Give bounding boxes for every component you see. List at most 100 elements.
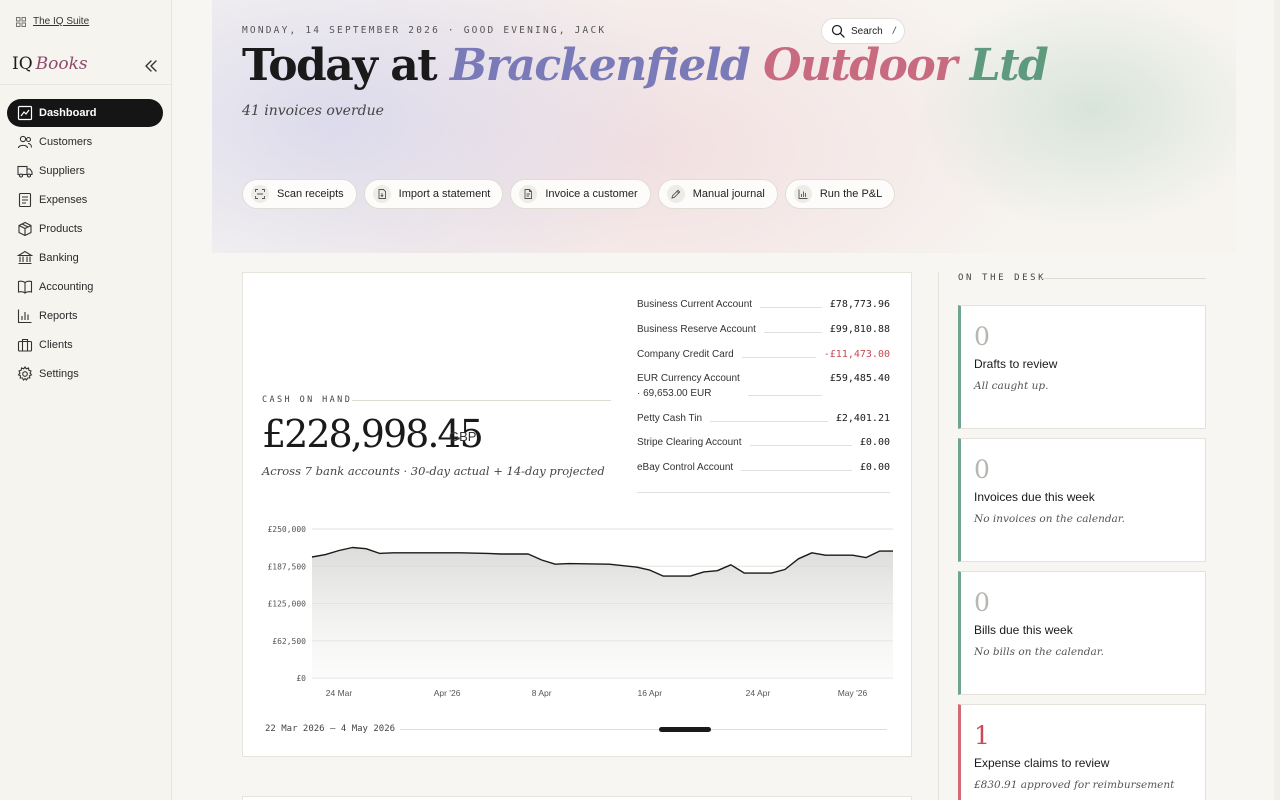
tile-title: Expense claims to review — [974, 756, 1110, 770]
cash-subtitle: Across 7 bank accounts · 30-day actual +… — [262, 464, 605, 478]
brand-books: Books — [35, 54, 88, 74]
sidebar-item-label: Accounting — [39, 281, 94, 293]
tile-count: 0 — [974, 322, 990, 351]
manual-journal-button[interactable]: Manual journal — [657, 179, 778, 209]
quick-actions: Scan receipts Import a statement Invoice… — [242, 179, 896, 209]
file-import-icon — [378, 189, 386, 199]
account-name-main: EUR Currency Account — [637, 373, 740, 384]
sidebar-item-dashboard[interactable]: Dashboard — [7, 99, 163, 127]
account-foreign-balance: · 69,653.00 EUR — [637, 388, 712, 399]
company-name: Brackenfield Outdoor Ltd — [450, 40, 1049, 91]
search-icon — [831, 24, 845, 38]
collapse-sidebar-icon[interactable] — [143, 58, 159, 74]
scan-icon — [255, 189, 265, 199]
search-shortcut: / — [891, 26, 898, 36]
pencil-icon — [671, 189, 681, 199]
y-tick-label: £250,000 — [267, 525, 306, 534]
desk-tile-drafts[interactable]: 0 Drafts to review All caught up. — [958, 305, 1206, 429]
account-balance: £99,810.88 — [829, 324, 890, 335]
x-tick-label: 8 Apr — [532, 688, 552, 698]
account-name: EUR Currency Account · 69,653.00 EUR — [637, 373, 740, 399]
invoice-customer-button[interactable]: Invoice a customer — [510, 179, 651, 209]
page-scrollbar[interactable] — [1274, 0, 1280, 800]
y-tick-label: £62,500 — [272, 637, 306, 646]
sidebar-item-label: Reports — [39, 310, 78, 322]
account-balance: £78,773.96 — [829, 299, 890, 310]
sidebar-item-settings[interactable]: Settings — [7, 360, 163, 388]
brand-logo: IQ Books — [12, 54, 88, 74]
sidebar-divider — [0, 84, 171, 85]
grid-icon — [16, 16, 26, 27]
import-statement-button[interactable]: Import a statement — [363, 179, 504, 209]
book-icon — [17, 280, 33, 294]
range-slider-handle[interactable] — [659, 727, 711, 732]
action-label: Manual journal — [692, 188, 765, 200]
suite-link[interactable]: The IQ Suite — [16, 16, 89, 27]
cash-area — [312, 547, 893, 678]
x-tick-label: 24 Mar — [326, 688, 353, 698]
scan-receipts-button[interactable]: Scan receipts — [242, 179, 357, 209]
hero-banner — [212, 0, 1236, 253]
run-pl-button[interactable]: Run the P&L — [784, 179, 896, 209]
overdue-summary[interactable]: 41 invoices overdue — [242, 103, 384, 119]
sidebar-item-suppliers[interactable]: Suppliers — [7, 157, 163, 185]
y-tick-label: £187,500 — [267, 562, 306, 571]
range-track — [400, 729, 887, 730]
tile-subtitle: £830.91 approved for reimbursement — [974, 779, 1175, 791]
tile-subtitle: No bills on the calendar. — [974, 646, 1104, 658]
dateline: MONDAY, 14 SEPTEMBER 2026 · GOOD EVENING… — [242, 25, 607, 36]
sidebar-item-expenses[interactable]: Expenses — [7, 186, 163, 214]
account-row[interactable]: Company Credit Card -£11,473.00 — [637, 349, 890, 360]
tile-count: 0 — [974, 455, 990, 484]
account-name: Stripe Clearing Account — [637, 437, 742, 448]
account-balance: -£11,473.00 — [823, 349, 890, 360]
company-word: Outdoor — [763, 40, 957, 91]
y-tick-label: £125,000 — [267, 600, 306, 609]
account-name: Business Reserve Account — [637, 324, 756, 335]
account-row[interactable]: Business Reserve Account £99,810.88 — [637, 324, 890, 335]
tile-title: Invoices due this week — [974, 490, 1095, 504]
cash-on-hand-label: CASH ON HAND — [262, 395, 353, 405]
divider — [1042, 278, 1206, 279]
tile-subtitle: All caught up. — [974, 380, 1049, 392]
sidebar-item-customers[interactable]: Customers — [7, 128, 163, 156]
sidebar-item-products[interactable]: Products — [7, 215, 163, 243]
sidebar-item-banking[interactable]: Banking — [7, 244, 163, 272]
secondary-card — [242, 796, 912, 800]
company-word: Brackenfield — [450, 40, 751, 91]
account-balance: £59,485.40 — [829, 373, 890, 384]
tile-count: 1 — [974, 721, 990, 750]
sidebar-item-clients[interactable]: Clients — [7, 331, 163, 359]
tile-title: Drafts to review — [974, 357, 1058, 371]
title-prefix: Today at — [242, 40, 438, 91]
sidebar-item-label: Clients — [39, 339, 73, 351]
receipt-icon — [18, 192, 32, 208]
x-tick-label: 16 Apr — [638, 688, 663, 698]
sidebar-item-accounting[interactable]: Accounting — [7, 273, 163, 301]
account-name: eBay Control Account — [637, 462, 734, 473]
gear-icon — [17, 366, 33, 381]
desk-column-divider — [938, 272, 939, 800]
cash-chart[interactable]: £0 £62,500 £125,000 £187,500 £250,000 24 Mar A… — [262, 515, 897, 705]
account-row[interactable]: eBay Control Account £0.00 — [637, 462, 890, 473]
truck-icon — [17, 165, 33, 178]
tile-subtitle: No invoices on the calendar. — [974, 513, 1126, 525]
account-row[interactable]: Business Current Account £78,773.96 — [637, 299, 890, 310]
invoice-icon — [524, 189, 533, 199]
x-tick-label: 24 Apr — [746, 688, 771, 698]
bar-chart-icon — [798, 189, 808, 199]
account-row[interactable]: Petty Cash Tin £2,401.21 — [637, 413, 890, 424]
action-label: Run the P&L — [819, 188, 883, 200]
search-button[interactable]: Search / — [821, 18, 905, 44]
desk-tile-invoices[interactable]: 0 Invoices due this week No invoices on … — [958, 438, 1206, 562]
sidebar-item-reports[interactable]: Reports — [7, 302, 163, 330]
y-tick-label: £0 — [296, 674, 306, 683]
desk-tile-expense-claims[interactable]: 1 Expense claims to review £830.91 appro… — [958, 704, 1206, 800]
desk-tile-bills[interactable]: 0 Bills due this week No bills on the ca… — [958, 571, 1206, 695]
account-row[interactable]: Stripe Clearing Account £0.00 — [637, 437, 890, 448]
suite-link-label: The IQ Suite — [33, 16, 90, 27]
company-word: Ltd — [969, 40, 1049, 91]
sidebar-item-label: Suppliers — [39, 165, 85, 177]
account-row[interactable]: EUR Currency Account · 69,653.00 EUR £59,4… — [637, 373, 890, 399]
action-label: Invoice a customer — [545, 188, 638, 200]
